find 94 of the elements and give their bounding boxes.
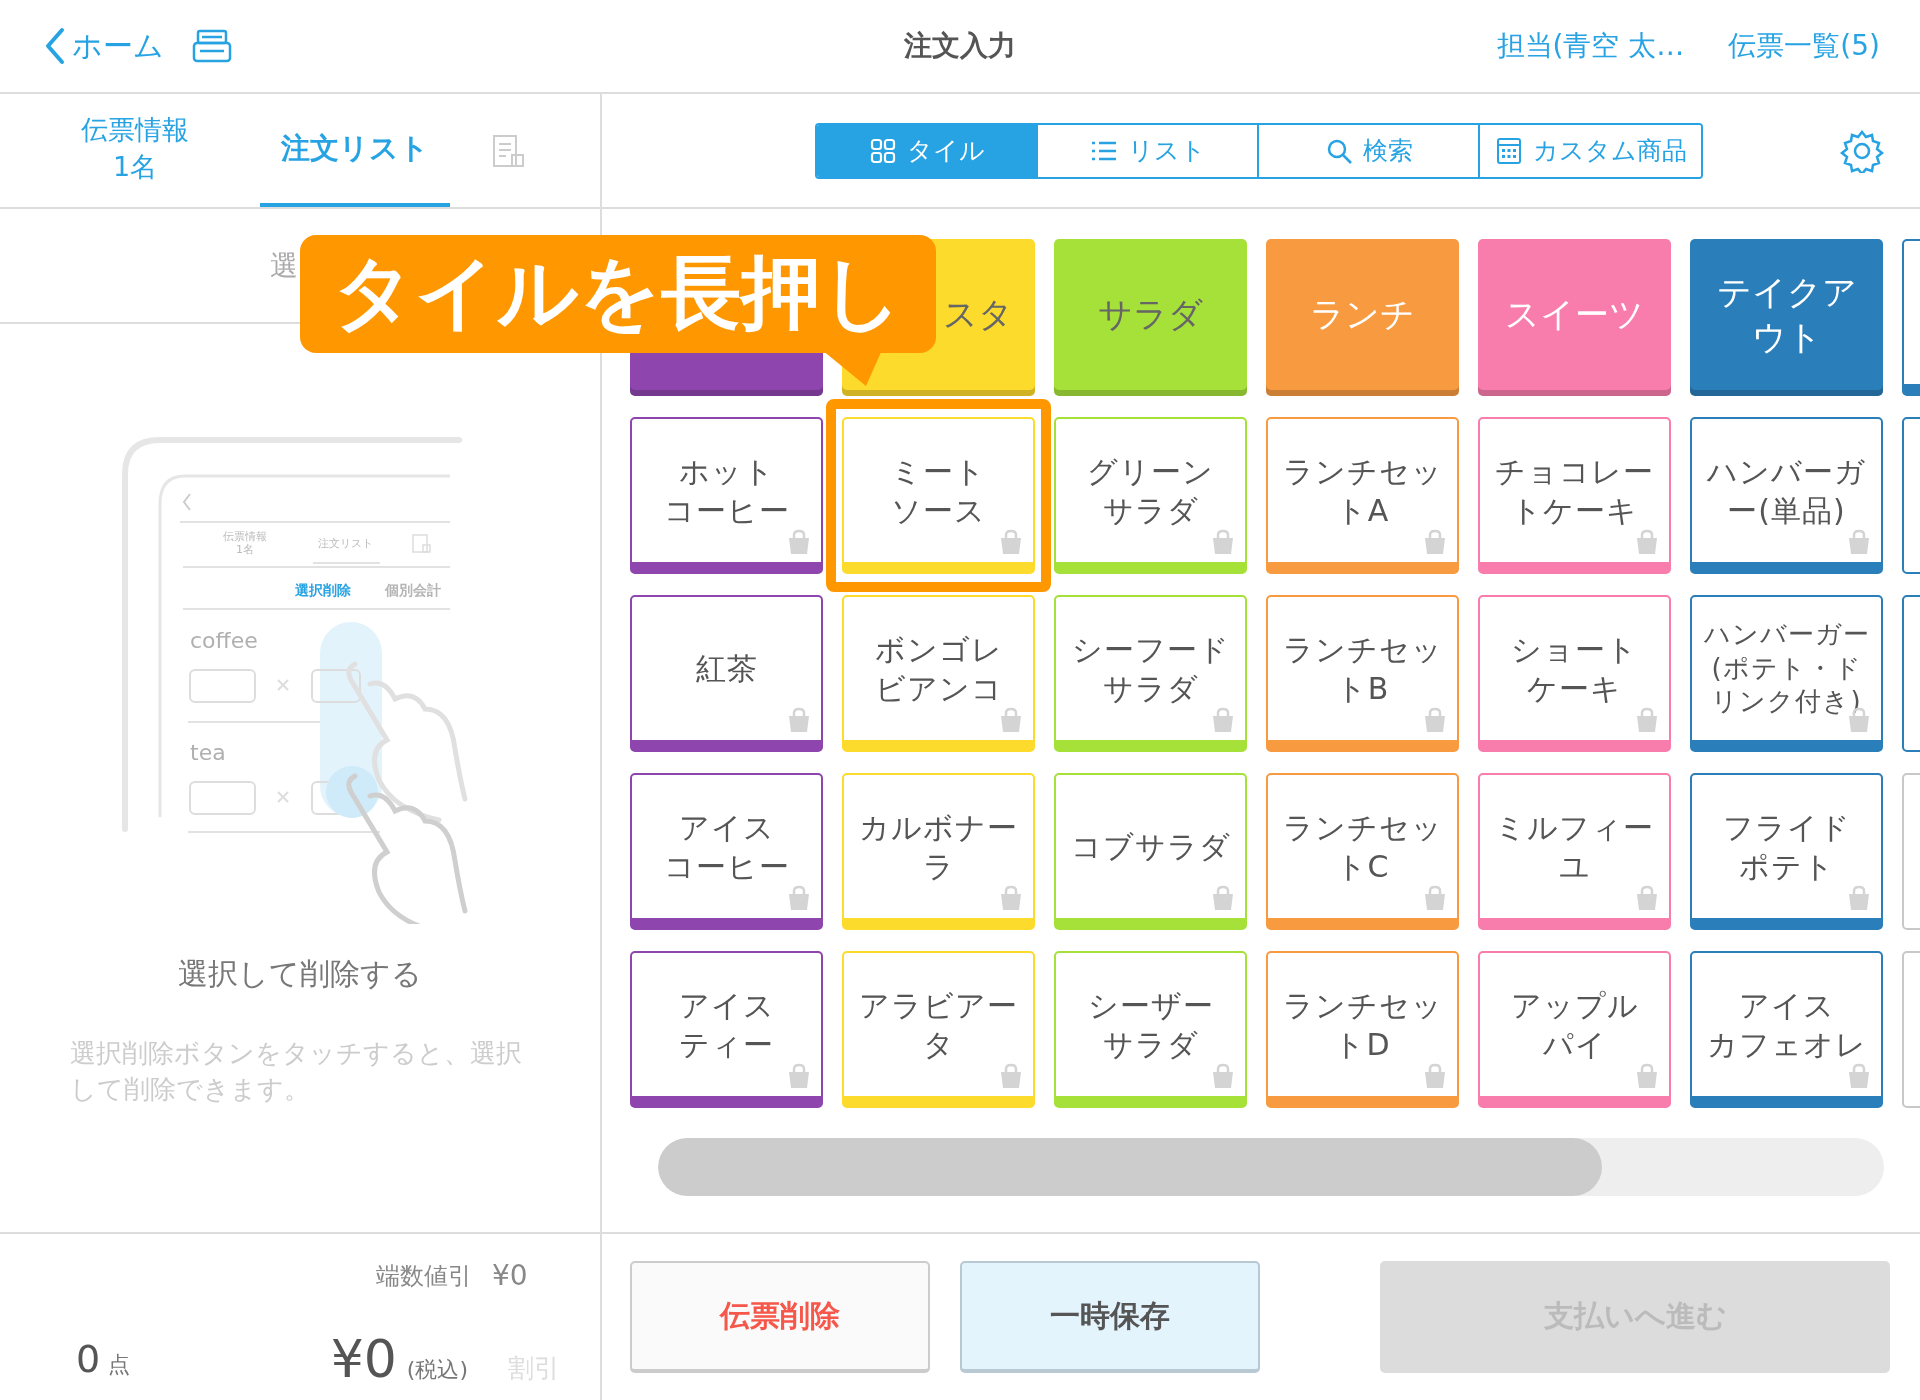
tile-label: パイ: [1542, 1025, 1607, 1064]
product-tile[interactable]: コブサラダ: [1054, 773, 1247, 930]
tax-note: (税込): [406, 1355, 468, 1384]
product-tile[interactable]: 紅茶: [630, 595, 823, 752]
product-tile[interactable]: アイス カフェオレ: [1690, 951, 1883, 1108]
hint-title: 選択して削除する: [178, 955, 422, 993]
tile-label: ビアンコ: [874, 669, 1003, 708]
tile-label: フライド: [1722, 808, 1851, 847]
rounding-label: 端数値引: [376, 1261, 472, 1292]
tile-label: ハンバーガ: [1707, 452, 1866, 491]
tile-label: トC: [1335, 847, 1390, 886]
tile-label: ランチセッ: [1282, 452, 1443, 491]
tile-label: ショート: [1511, 630, 1638, 669]
item-label: coffee: [190, 628, 258, 653]
screen-title: 注文入力: [904, 28, 1016, 64]
product-tile[interactable]: ミルフィー ユ: [1478, 773, 1671, 930]
tile-label: トケーキ: [1511, 491, 1638, 530]
calculator-icon: [1494, 136, 1523, 165]
tile-label: グリーン: [1087, 452, 1214, 491]
document-icon[interactable]: [490, 132, 526, 169]
tile-label: ユ: [1558, 847, 1591, 886]
product-tile[interactable]: シーフード サラダ: [1054, 595, 1247, 752]
register-icon[interactable]: [192, 29, 232, 63]
tab-label: 注文リスト: [317, 537, 373, 550]
tile-label: アイス: [678, 808, 775, 847]
tile-label: ポテト: [1738, 847, 1835, 886]
action-label: 選択削除: [295, 582, 351, 598]
tile-label: シーザー: [1087, 986, 1214, 1025]
category-tile[interactable]: サラダ: [1054, 239, 1247, 396]
product-tile[interactable]: アイス コーヒー: [630, 773, 823, 930]
tile-label: トA: [1335, 491, 1390, 530]
callout-pointer: [822, 350, 882, 386]
tile-label: 紅茶: [695, 650, 758, 688]
chevron-left-icon[interactable]: [44, 26, 66, 66]
tile-label: アップル: [1510, 986, 1639, 1025]
tile-label: アイス: [1738, 986, 1835, 1025]
tile-label: ホット: [678, 452, 775, 491]
total-amount: ¥0: [330, 1328, 397, 1389]
product-tile[interactable]: グリーン サラダ: [1054, 417, 1247, 574]
grid-icon: [868, 136, 897, 165]
tile-label: ミート: [891, 452, 986, 491]
item-count: 0: [76, 1336, 101, 1381]
product-tile[interactable]: ショート ケーキ: [1478, 595, 1671, 752]
tile-label: ランチセッ: [1282, 808, 1443, 847]
settings-icon[interactable]: [1840, 128, 1884, 173]
product-tile[interactable]: ランチセッ トD: [1266, 951, 1459, 1108]
tile-label: カルボナー: [859, 808, 1018, 847]
product-tile[interactable]: チョコレー トケーキ: [1478, 417, 1671, 574]
tile-label: ティー: [679, 1025, 774, 1064]
tile-label: シーフード: [1071, 630, 1230, 669]
tile-label: ラ: [922, 847, 955, 886]
product-tile[interactable]: ボンゴレ ビアンコ: [842, 595, 1035, 752]
tile-label: アイス: [678, 986, 775, 1025]
tile-label: サラダ: [1102, 669, 1199, 708]
tab-label: 1名: [236, 543, 254, 556]
action-button[interactable]: 一時保存: [960, 1261, 1260, 1373]
tile-label: コーヒー: [663, 847, 790, 886]
product-tile[interactable]: フライド ポテト: [1690, 773, 1883, 930]
product-tile[interactable]: アップル パイ: [1478, 951, 1671, 1108]
tile-label: ミルフィー: [1495, 808, 1654, 847]
product-tile[interactable]: カルボナー ラ: [842, 773, 1035, 930]
product-tile[interactable]: ハンバーガ ー(単品): [1690, 417, 1883, 574]
product-tile[interactable]: ランチセッ トC: [1266, 773, 1459, 930]
tile-label: サラダ: [1102, 1025, 1199, 1064]
product-tile[interactable]: ランチセッ トA: [1266, 417, 1459, 574]
rounding-value: ¥0: [492, 1259, 528, 1292]
tile-label: ボンゴレ: [874, 630, 1003, 669]
product-tile[interactable]: シーザー サラダ: [1054, 951, 1247, 1108]
product-tile[interactable]: ミート ソース: [842, 417, 1035, 574]
product-tile[interactable]: アラビアー タ: [842, 951, 1035, 1108]
toolbar-label: 選: [270, 247, 298, 284]
tile-label: (ポテト・ド: [1711, 651, 1862, 685]
product-tile[interactable]: アイス ティー: [630, 951, 823, 1108]
action-label: 個別会計: [385, 582, 441, 598]
item-label: tea: [190, 740, 226, 765]
tile-label: ソース: [891, 491, 986, 530]
tile-label: チョコレー: [1495, 452, 1654, 491]
tile-label: ハンバーガー: [1703, 617, 1870, 651]
tile-label: サラダ: [1102, 491, 1199, 530]
tile-label: アラビアー: [859, 986, 1018, 1025]
tile-label: トB: [1335, 669, 1390, 708]
tile-label: コーヒー: [663, 491, 790, 530]
tile-label: トD: [1334, 1025, 1391, 1064]
tile-label: ー(単品): [1727, 491, 1846, 530]
product-tile[interactable]: ランチセッ トB: [1266, 595, 1459, 752]
tile-label: ケーキ: [1527, 669, 1622, 708]
tile-label: タ: [922, 1025, 955, 1064]
category-tile[interactable]: テイクア ウト: [1690, 239, 1883, 396]
tile-label: カフェオレ: [1706, 1025, 1867, 1064]
tile-label: コブサラダ: [1070, 828, 1231, 866]
tile-label: ランチセッ: [1282, 986, 1443, 1025]
product-tile[interactable]: ホット コーヒー: [630, 417, 823, 574]
tile-label: ランチセッ: [1282, 630, 1443, 669]
count-unit: 点: [108, 1350, 131, 1379]
